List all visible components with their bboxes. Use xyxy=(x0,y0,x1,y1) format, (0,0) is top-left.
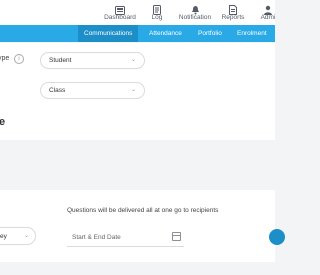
info-icon[interactable]: i xyxy=(14,54,24,64)
section-title-card xyxy=(0,106,275,140)
tab-portfolio[interactable]: Portfolio xyxy=(198,25,222,42)
topnav-log-label: Log xyxy=(151,14,163,21)
bell-icon xyxy=(175,2,215,15)
chevron-down-icon: ⌄ xyxy=(130,57,136,63)
chevron-down-icon: ⌄ xyxy=(130,87,136,93)
topnav-reports[interactable]: Reports xyxy=(213,2,253,22)
type-label: ype xyxy=(0,55,10,62)
dashboard-icon xyxy=(100,2,140,15)
type-select-value: Student xyxy=(49,57,72,64)
add-button[interactable] xyxy=(269,229,285,245)
section-title: e xyxy=(0,116,6,128)
date-range-placeholder: Start & End Date xyxy=(72,234,121,241)
top-navigation-bar: Dashboard Log Notification Reports Admi xyxy=(0,0,275,25)
section-tab-bar: Communications Attendance Portfolio Enro… xyxy=(0,25,275,42)
tab-enrolment[interactable]: Enrolment xyxy=(237,25,267,42)
admin-icon xyxy=(248,2,288,15)
schedule-card xyxy=(0,190,275,262)
tab-communications[interactable]: Communications xyxy=(78,25,139,42)
topnav-admin-label: Admi xyxy=(260,14,276,21)
class-select[interactable]: Class ⌄ xyxy=(40,82,145,99)
class-select-value: Class xyxy=(49,87,66,94)
topnav-notification[interactable]: Notification xyxy=(175,2,215,22)
topnav-admin[interactable]: Admi xyxy=(248,2,288,22)
date-range-field[interactable]: Start & End Date xyxy=(67,229,184,247)
delivery-note: Questions will be delivered all at one g… xyxy=(67,207,219,214)
log-icon xyxy=(137,2,177,15)
topnav-log[interactable]: Log xyxy=(137,2,177,22)
reports-icon xyxy=(213,2,253,15)
topnav-dashboard[interactable]: Dashboard xyxy=(100,2,140,22)
topnav-notification-label: Notification xyxy=(178,14,212,21)
frequency-select-value: ey xyxy=(0,233,7,240)
frequency-select[interactable]: ey ⌄ xyxy=(0,227,36,245)
topnav-dashboard-label: Dashboard xyxy=(104,14,136,21)
chevron-down-icon: ⌄ xyxy=(23,233,29,239)
calendar-icon[interactable] xyxy=(172,232,181,241)
type-select[interactable]: Student ⌄ xyxy=(40,52,145,69)
tab-attendance[interactable]: Attendance xyxy=(149,25,182,42)
topnav-reports-label: Reports xyxy=(221,14,245,21)
